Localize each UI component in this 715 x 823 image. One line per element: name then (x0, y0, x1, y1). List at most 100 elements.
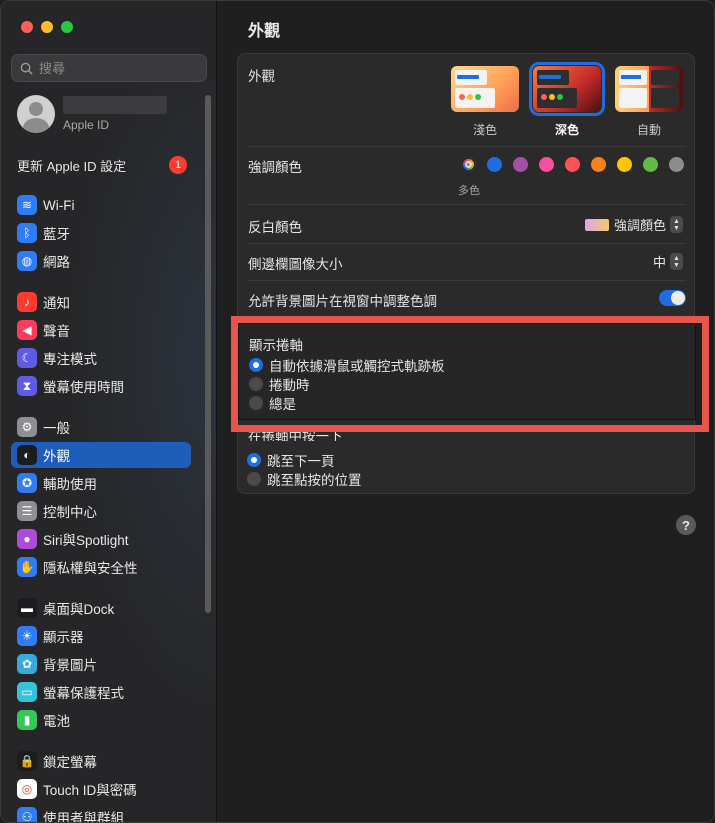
sidebar-item-sun[interactable]: ☀ 顯示器 (11, 623, 191, 649)
accent-color-swatch[interactable] (565, 157, 580, 172)
settings-window: Apple ID 更新 Apple ID 設定 1 ≋ Wi-Fi ᛒ 藍牙 ◍ 網路 ♪ 通… (0, 0, 715, 823)
sidebar-item-screensaver[interactable]: ▭ 螢幕保護程式 (11, 679, 191, 705)
click-option-next-page[interactable]: 跳至下一頁 (247, 450, 335, 470)
sidebar-item-fingerprint[interactable]: ◎ Touch ID與密碼 (11, 776, 191, 802)
window-controls (21, 21, 73, 33)
main-pane: 外觀 外觀 淺色 深色 自動 強調顏色 多色 反白顏色 強調顏色 ▲ ▼ 側邊欄… (218, 1, 714, 822)
sidebar-item-lock[interactable]: 🔒 鎖定螢幕 (11, 748, 191, 774)
accent-color-swatch[interactable] (539, 157, 554, 172)
accent-color-label: 強調顏色 (248, 160, 302, 175)
sidebar-item-bell[interactable]: ♪ 通知 (11, 289, 191, 315)
highlight-color-popup[interactable]: 強調顏色 ▲ ▼ (584, 215, 683, 234)
account-name-redacted (63, 96, 167, 114)
sidebar-item-control-center[interactable]: ☰ 控制中心 (11, 498, 191, 524)
sidebar-item-battery[interactable]: ▮ 電池 (11, 707, 191, 733)
users-icon: ⚇ (17, 807, 37, 822)
sidebar-item-label: 螢幕保護程式 (43, 686, 124, 701)
radio-selected-icon (247, 453, 261, 467)
radio-icon (249, 377, 263, 391)
moon-icon: ☾ (17, 348, 37, 368)
sidebar-item-globe[interactable]: ◍ 網路 (11, 248, 191, 274)
sidebar-item-hourglass[interactable]: ⧗ 螢幕使用時間 (11, 373, 191, 399)
appearance-icon: ◐ (17, 445, 37, 465)
radio-icon (249, 396, 263, 410)
sidebar-item-label: Siri與Spotlight (43, 533, 129, 548)
sidebar-item-moon[interactable]: ☾ 專注模式 (11, 345, 191, 371)
sidebar-item-label: 隱私權與安全性 (43, 561, 138, 576)
sidebar-item-label: 輔助使用 (43, 477, 97, 492)
sidebar-item-users[interactable]: ⚇ 使用者與群組 (11, 804, 191, 823)
apple-id-account[interactable]: Apple ID (17, 95, 167, 133)
sidebar-item-gear[interactable]: ⚙ 一般 (11, 414, 191, 440)
scrollbar-option-auto-label: 自動依據滑鼠或觸控式軌跡板 (269, 359, 445, 374)
update-apple-id-label: 更新 Apple ID 設定 (17, 158, 127, 174)
scrollbar-option-scrolling-label: 捲動時 (269, 378, 310, 393)
sidebar-item-speaker[interactable]: ◀ 聲音 (11, 317, 191, 343)
sidebar-item-label: 聲音 (43, 324, 70, 339)
divider (248, 204, 686, 205)
sidebar-item-flower[interactable]: ✿ 背景圖片 (11, 651, 191, 677)
sidebar-item-bluetooth[interactable]: ᛒ 藍牙 (11, 220, 191, 246)
siri-icon: ● (17, 529, 37, 549)
scrollbar-option-always[interactable]: 總是 (249, 393, 296, 413)
sidebar-scrollbar[interactable] (205, 95, 211, 613)
accent-multicolor-swatch[interactable] (461, 157, 476, 172)
hand-icon: ✋ (17, 557, 37, 577)
scrollbar-section: 顯示捲軸 自動依據滑鼠或觸控式軌跡板 捲動時 總是 (238, 323, 696, 420)
accent-color-swatch[interactable] (669, 157, 684, 172)
bluetooth-icon: ᛒ (17, 223, 37, 243)
highlight-color-preview (584, 218, 609, 231)
minimize-button[interactable] (41, 21, 53, 33)
divider (248, 280, 686, 281)
settings-card: 外觀 淺色 深色 自動 強調顏色 多色 反白顏色 強調顏色 ▲ ▼ 側邊欄圖像大… (237, 53, 695, 494)
avatar (17, 95, 55, 133)
wallpaper-tint-toggle[interactable] (659, 290, 686, 306)
sidebar-item-label: 桌面與Dock (43, 602, 115, 617)
divider (248, 146, 686, 147)
hourglass-icon: ⧗ (17, 376, 37, 396)
sidebar-item-dock[interactable]: ▬ 桌面與Dock (11, 595, 191, 621)
help-button[interactable]: ? (676, 515, 696, 535)
scrollbar-option-scrolling[interactable]: 捲動時 (249, 374, 310, 394)
sidebar-item-accessibility[interactable]: ✪ 輔助使用 (11, 470, 191, 496)
sidebar-item-hand[interactable]: ✋ 隱私權與安全性 (11, 554, 191, 580)
sidebar-item-label: 使用者與群組 (43, 811, 124, 823)
appearance-light-thumb[interactable] (451, 66, 519, 112)
click-option-jump-spot[interactable]: 跳至點按的位置 (247, 469, 362, 489)
page-title: 外觀 (248, 23, 281, 40)
accent-color-swatch[interactable] (591, 157, 606, 172)
sidebar-item-label: 控制中心 (43, 505, 97, 520)
sidebar-item-label: Wi-Fi (43, 197, 75, 213)
sidebar-item-wifi[interactable]: ≋ Wi-Fi (11, 192, 191, 218)
globe-icon: ◍ (17, 251, 37, 271)
sun-icon: ☀ (17, 626, 37, 646)
sidebar: Apple ID 更新 Apple ID 設定 1 ≋ Wi-Fi ᛒ 藍牙 ◍ 網路 ♪ 通… (1, 1, 217, 823)
appearance-auto-thumb[interactable] (615, 66, 683, 112)
screensaver-icon: ▭ (17, 682, 37, 702)
zoom-button[interactable] (61, 21, 73, 33)
gear-icon: ⚙ (17, 417, 37, 437)
scrollbar-option-auto[interactable]: 自動依據滑鼠或觸控式軌跡板 (249, 355, 445, 375)
sidebar-icon-size-popup[interactable]: 中 ▲ ▼ (653, 252, 683, 271)
sidebar-item-label: 一般 (43, 421, 70, 436)
appearance-light-label: 淺色 (472, 123, 497, 137)
sidebar-item-label: 藍牙 (43, 227, 70, 242)
search-input[interactable] (39, 60, 199, 76)
highlight-color-label: 反白顏色 (248, 220, 302, 235)
search-field[interactable] (11, 54, 207, 82)
dock-icon: ▬ (17, 598, 37, 618)
appearance-dark-thumb[interactable] (529, 62, 605, 116)
update-apple-id-item[interactable]: 更新 Apple ID 設定 1 (17, 155, 187, 175)
accent-color-swatch[interactable] (643, 157, 658, 172)
accent-color-swatch[interactable] (617, 157, 632, 172)
sidebar-item-siri[interactable]: ● Siri與Spotlight (11, 526, 191, 552)
accent-color-swatch[interactable] (487, 157, 502, 172)
lock-icon: 🔒 (17, 751, 37, 771)
sidebar-item-appearance[interactable]: ◐ 外觀 (11, 442, 191, 468)
close-button[interactable] (21, 21, 33, 33)
show-scrollbars-label: 顯示捲軸 (249, 338, 303, 353)
sidebar-item-label: 螢幕使用時間 (43, 380, 124, 395)
sidebar-item-label: 鎖定螢幕 (43, 755, 97, 770)
notification-badge: 1 (169, 156, 187, 174)
accent-color-swatch[interactable] (513, 157, 528, 172)
